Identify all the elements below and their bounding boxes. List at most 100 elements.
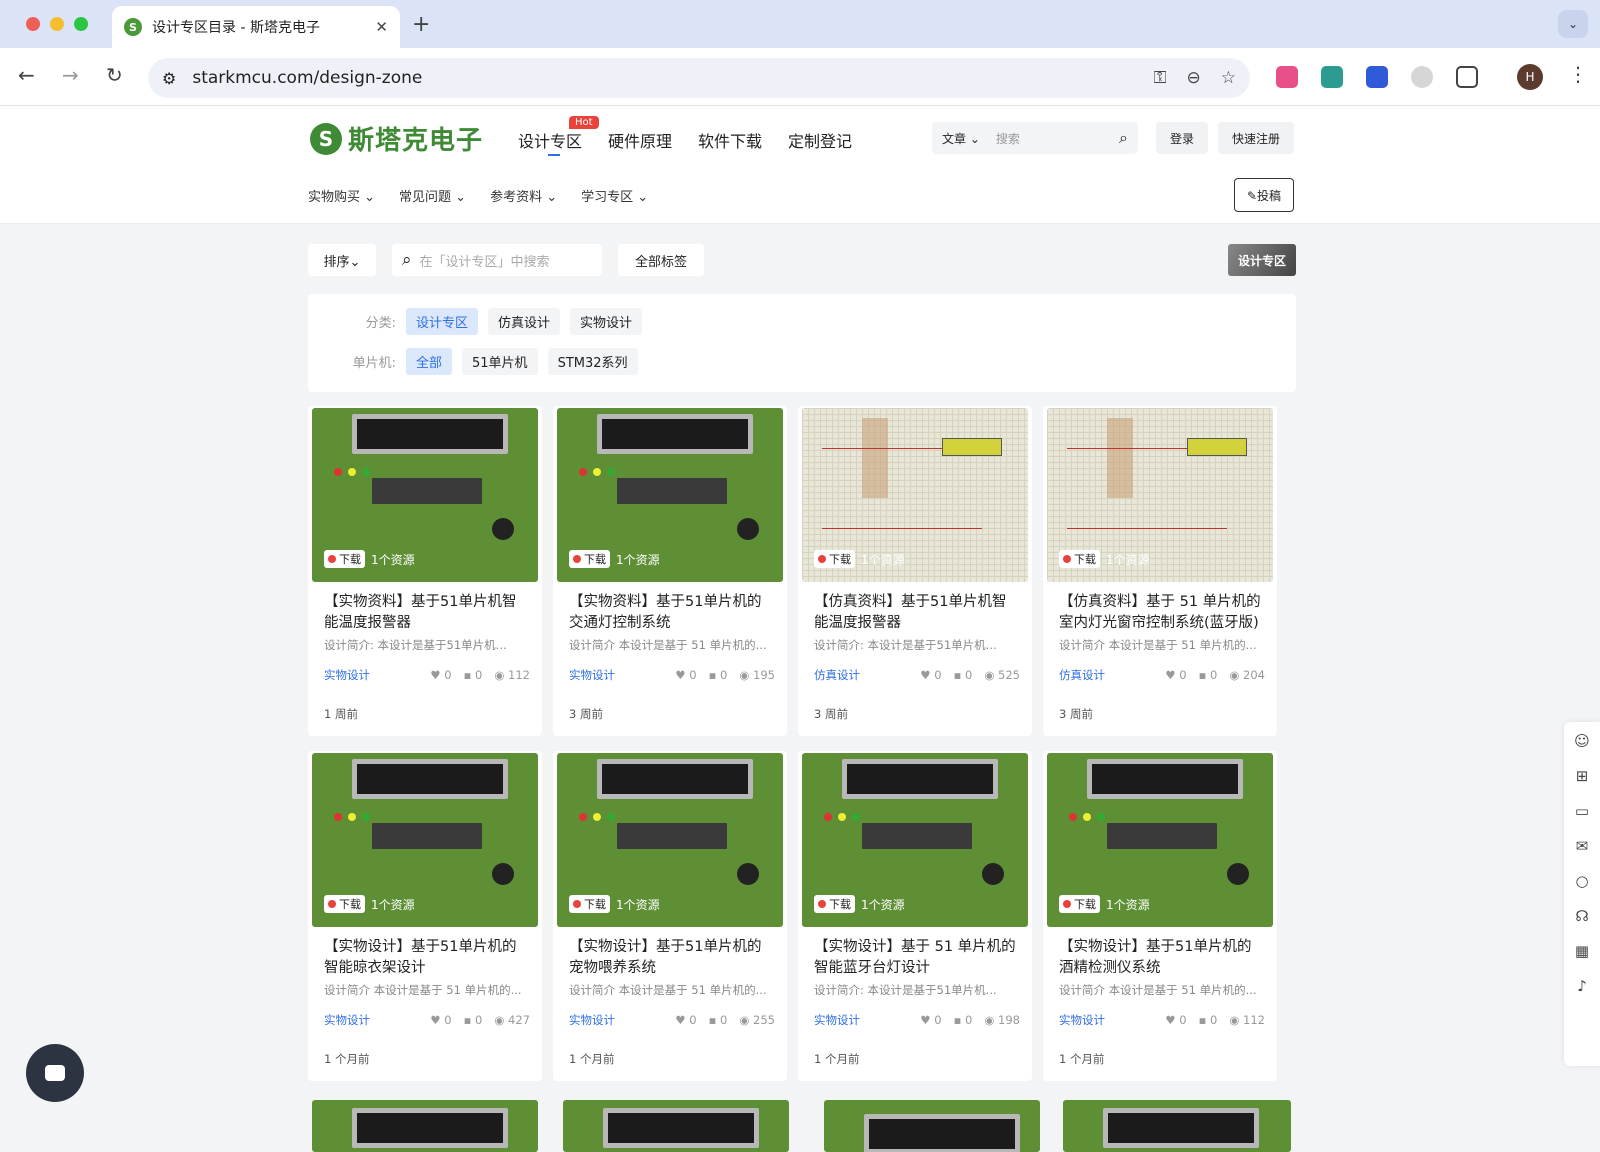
login-button[interactable]: 登录 <box>1156 122 1208 154</box>
site-search-input[interactable]: 搜索 <box>996 130 1119 147</box>
likes-stat[interactable]: ♥ 0 <box>920 1013 941 1027</box>
card-thumbnail[interactable]: 下载 1个资源 <box>557 753 783 927</box>
article-card[interactable]: 下载 1个资源 【实物资料】基于51单片机智能温度报警器 设计简介: 本设计是基于51… <box>308 406 542 736</box>
download-badge[interactable]: 下载 <box>569 550 610 568</box>
card-thumbnail[interactable]: 下载 1个资源 <box>1047 753 1273 927</box>
user-icon[interactable]: ☺ <box>1574 732 1590 750</box>
card-title[interactable]: 【实物资料】基于51单片机的交通灯控制系统 <box>569 592 775 634</box>
card-thumbnail[interactable] <box>1063 1100 1291 1152</box>
extension-game-icon[interactable] <box>1366 66 1388 88</box>
card-title[interactable]: 【实物设计】基于51单片机的酒精检测仪系统 <box>1059 937 1265 979</box>
nav-custom[interactable]: 定制登记 <box>788 128 852 152</box>
subnav-buy[interactable]: 实物购买 ⌄ <box>308 186 375 205</box>
card-thumbnail[interactable] <box>824 1100 1040 1152</box>
nav-design-zone[interactable]: 设计专区 Hot <box>518 116 599 156</box>
chip-simulation[interactable]: 仿真设计 <box>488 308 561 335</box>
card-thumbnail[interactable]: 下载 1个资源 <box>802 753 1028 927</box>
article-card[interactable]: 下载 1个资源 【仿真资料】基于51单片机智能温度报警器 设计简介: 本设计是基于51… <box>798 406 1032 736</box>
close-window-button[interactable] <box>26 17 40 31</box>
card-tag[interactable]: 仿真设计 <box>1059 667 1105 683</box>
nav-hardware[interactable]: 硬件原理 <box>608 128 672 152</box>
article-card[interactable]: 下载 1个资源 【实物设计】基于 51 单片机的智能蓝牙台灯设计 设计简介: 本设计是… <box>798 751 1032 1081</box>
card-title[interactable]: 【实物资料】基于51单片机智能温度报警器 <box>324 592 530 634</box>
extensions-puzzle-icon[interactable] <box>1456 66 1478 88</box>
register-button[interactable]: 快速注册 <box>1218 122 1294 154</box>
download-badge[interactable]: 下载 <box>814 550 855 568</box>
likes-stat[interactable]: ♥ 0 <box>920 668 941 682</box>
card-thumbnail[interactable] <box>312 1100 538 1152</box>
site-search[interactable]: 文章 ⌄ 搜索 ⌕ <box>932 122 1138 154</box>
service-icon[interactable]: ☊ <box>1575 907 1588 925</box>
card-tag[interactable]: 实物设计 <box>814 1012 860 1028</box>
card-title[interactable]: 【仿真资料】基于 51 单片机的室内灯光窗帘控制系统(蓝牙版) <box>1059 592 1265 634</box>
url-text[interactable]: starkmcu.com/design-zone <box>192 68 422 88</box>
back-button[interactable]: ← <box>18 63 35 87</box>
card-title[interactable]: 【实物设计】基于51单片机的宠物喂养系统 <box>569 937 775 979</box>
new-tab-button[interactable]: + <box>412 12 430 37</box>
card-tag[interactable]: 实物设计 <box>324 1012 370 1028</box>
card-thumbnail[interactable] <box>563 1100 789 1152</box>
card-thumbnail[interactable]: 下载 1个资源 <box>312 408 538 582</box>
likes-stat[interactable]: ♥ 0 <box>675 1013 696 1027</box>
maximize-window-button[interactable] <box>74 17 88 31</box>
article-card[interactable]: 下载 1个资源 【实物设计】基于51单片机的宠物喂养系统 设计简介 本设计是基于 51… <box>553 751 787 1081</box>
download-badge[interactable]: 下载 <box>324 895 365 913</box>
card-title[interactable]: 【实物设计】基于 51 单片机的智能蓝牙台灯设计 <box>814 937 1020 979</box>
article-card[interactable]: 下载 1个资源 【实物资料】基于51单片机的交通灯控制系统 设计简介 本设计是基于 5… <box>553 406 787 736</box>
nav-software[interactable]: 软件下载 <box>698 128 762 152</box>
browser-tab-active[interactable]: S 设计专区目录 - 斯塔克电子 ✕ <box>112 6 400 48</box>
password-key-icon[interactable]: ⚿ <box>1154 68 1167 88</box>
card-tag[interactable]: 实物设计 <box>569 1012 615 1028</box>
card-thumbnail[interactable]: 下载 1个资源 <box>557 408 783 582</box>
browser-menu-icon[interactable]: ⋮ <box>1568 62 1588 86</box>
chip-physical[interactable]: 实物设计 <box>570 308 643 335</box>
zone-search-input[interactable]: ⌕ 在「设计专区」中搜索 <box>392 244 602 276</box>
site-logo[interactable]: S 斯塔克电子 <box>310 120 483 157</box>
extension-mail-icon[interactable] <box>1321 66 1343 88</box>
subnav-faq[interactable]: 常见问题 ⌄ <box>399 186 466 205</box>
likes-stat[interactable]: ♥ 0 <box>430 1013 451 1027</box>
download-badge[interactable]: 下载 <box>1059 550 1100 568</box>
post-button[interactable]: ✎投稿 <box>1234 178 1294 212</box>
likes-stat[interactable]: ♥ 0 <box>430 668 451 682</box>
tab-close-icon[interactable]: ✕ <box>375 18 388 36</box>
subnav-learning[interactable]: 学习专区 ⌄ <box>581 186 648 205</box>
search-type-select[interactable]: 文章 ⌄ <box>942 130 980 147</box>
bookmark-star-icon[interactable]: ☆ <box>1221 68 1236 88</box>
search-icon[interactable]: ○ <box>1575 872 1588 890</box>
extension-translate-icon[interactable] <box>1276 66 1298 88</box>
reload-button[interactable]: ↻ <box>106 63 123 87</box>
download-badge[interactable]: 下载 <box>1059 895 1100 913</box>
card-tag[interactable]: 仿真设计 <box>814 667 860 683</box>
qrcode-icon[interactable]: ▦ <box>1575 942 1589 960</box>
all-tags-button[interactable]: 全部标签 <box>618 244 704 276</box>
article-card[interactable]: 下载 1个资源 【实物设计】基于51单片机的酒精检测仪系统 设计简介 本设计是基于 5… <box>1043 751 1277 1081</box>
article-card[interactable]: 下载 1个资源 【仿真资料】基于 51 单片机的室内灯光窗帘控制系统(蓝牙版) 设计简… <box>1043 406 1277 736</box>
card-thumbnail[interactable]: 下载 1个资源 <box>1047 408 1273 582</box>
chip-stm32[interactable]: STM32系列 <box>547 348 638 375</box>
cart-icon[interactable]: ⊞ <box>1576 767 1589 785</box>
likes-stat[interactable]: ♥ 0 <box>1165 668 1186 682</box>
card-thumbnail[interactable]: 下载 1个资源 <box>312 753 538 927</box>
site-info-icon[interactable]: ⚙ <box>162 69 176 88</box>
tab-search-button[interactable]: ⌄ <box>1558 10 1588 38</box>
sort-dropdown[interactable]: 排序⌄ <box>308 244 376 276</box>
likes-stat[interactable]: ♥ 0 <box>1165 1013 1186 1027</box>
minimize-window-button[interactable] <box>50 17 64 31</box>
download-badge[interactable]: 下载 <box>569 895 610 913</box>
chat-button[interactable] <box>26 1044 84 1102</box>
card-title[interactable]: 【仿真资料】基于51单片机智能温度报警器 <box>814 592 1020 634</box>
profile-avatar[interactable]: H <box>1517 64 1543 90</box>
likes-stat[interactable]: ♥ 0 <box>675 668 696 682</box>
chip-51[interactable]: 51单片机 <box>462 348 538 375</box>
article-card[interactable]: 下载 1个资源 【实物设计】基于51单片机的智能晾衣架设计 设计简介 本设计是基于 5… <box>308 751 542 1081</box>
card-title[interactable]: 【实物设计】基于51单片机的智能晾衣架设计 <box>324 937 530 979</box>
chip-all[interactable]: 全部 <box>406 348 453 375</box>
download-badge[interactable]: 下载 <box>814 895 855 913</box>
download-badge[interactable]: 下载 <box>324 550 365 568</box>
zoom-icon[interactable]: ⊖ <box>1187 68 1201 88</box>
address-bar[interactable]: ⚙ starkmcu.com/design-zone ⚿ ⊖ ☆ <box>148 58 1250 98</box>
coupon-icon[interactable]: ▭ <box>1575 802 1589 820</box>
card-thumbnail[interactable]: 下载 1个资源 <box>802 408 1028 582</box>
subnav-reference[interactable]: 参考资料 ⌄ <box>490 186 557 205</box>
